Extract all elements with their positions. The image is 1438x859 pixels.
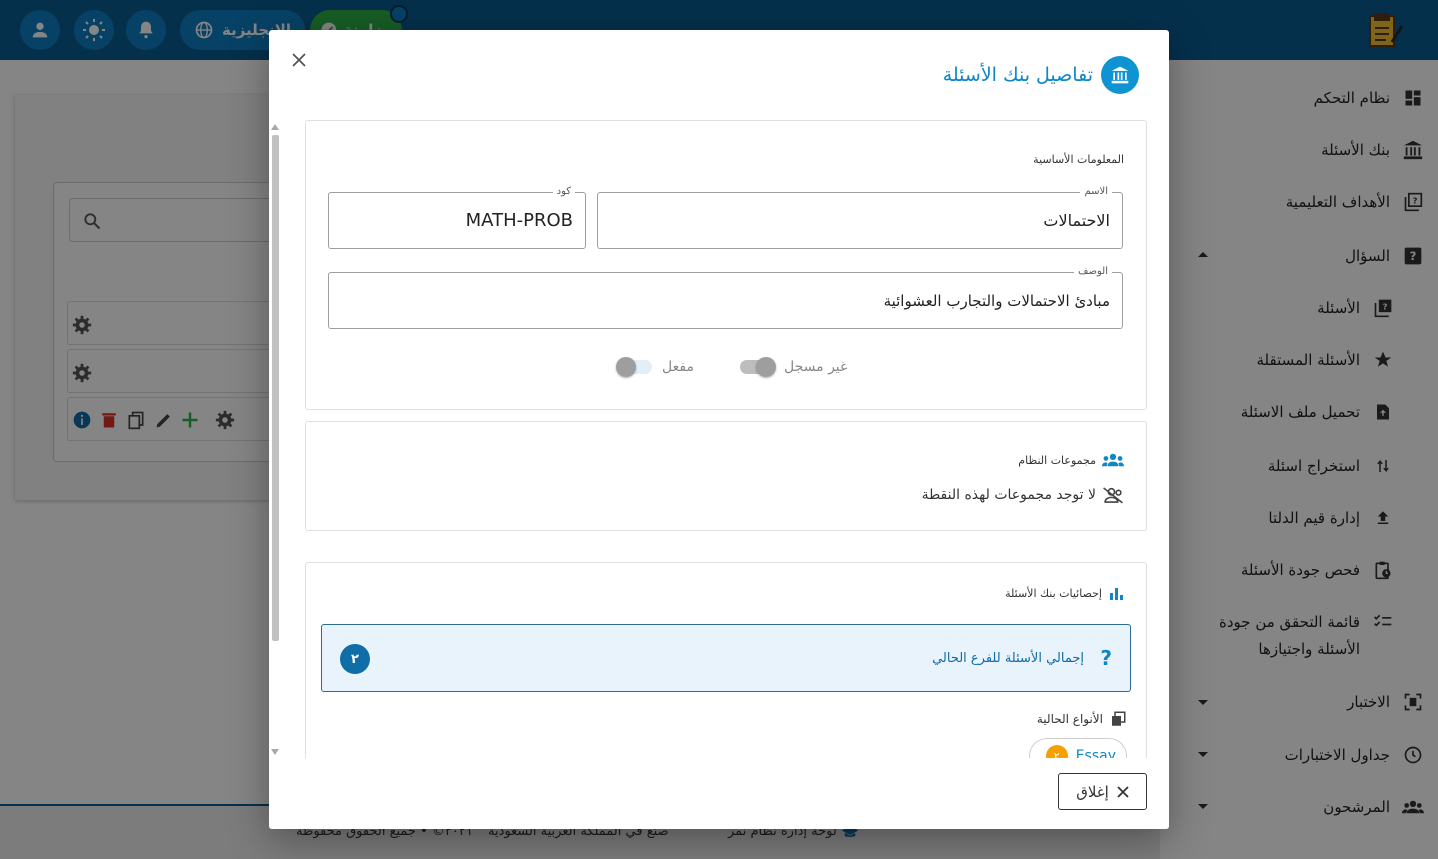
switch-knob (756, 357, 776, 377)
description-value: مبادئ الاحتمالات والتجارب العشوائية (883, 291, 1110, 310)
copy-icon (1112, 711, 1126, 726)
scroll-up-arrow[interactable] (271, 124, 279, 130)
basic-info-section: المعلومات الأساسية الاسم الاحتمالات كود … (305, 120, 1147, 410)
close-button-label: إغلاق (1076, 782, 1109, 801)
groups-icon (1102, 453, 1124, 467)
bar-chart-icon (1110, 588, 1123, 600)
toggle-label: غير مسجل (784, 359, 848, 375)
enabled-toggle[interactable]: مفعل (616, 357, 694, 377)
close-button[interactable]: إغلاق (1058, 773, 1147, 810)
total-questions-label: إجمالي الأسئلة للفرع الحالي (932, 650, 1084, 666)
registered-switch[interactable] (740, 357, 776, 377)
empty-text: لا توجد مجموعات لهذه النقطة (921, 487, 1096, 503)
types-heading: الأنواع الحالية (1036, 712, 1103, 726)
system-groups-section: مجموعات النظام لا توجد مجموعات لهذه النق… (305, 421, 1147, 531)
current-types-heading: الأنواع الحالية (1037, 710, 1127, 728)
dialog-header: تفاصيل بنك الأسئلة (943, 56, 1139, 94)
toggle-label: مفعل (662, 359, 694, 375)
basic-info-heading: المعلومات الأساسية (1033, 153, 1124, 166)
scroll-down-arrow[interactable] (271, 749, 279, 755)
close-icon (292, 53, 306, 67)
question-bank-details-dialog: تفاصيل بنك الأسئلة المعلومات الأساسية ال… (269, 30, 1169, 829)
groups-off-icon (1103, 487, 1123, 504)
name-value: الاحتمالات (1043, 211, 1110, 230)
dialog-footer (269, 758, 1169, 829)
section-heading: إحصائيات بنك الأسئلة (1005, 586, 1102, 600)
scrollbar-thumb[interactable] (272, 135, 279, 641)
dialog-close-icon-button[interactable] (287, 48, 311, 72)
system-groups-heading: مجموعات النظام (1018, 452, 1124, 468)
no-groups-message: لا توجد مجموعات لهذه النقطة (922, 486, 1124, 504)
switch-knob (616, 357, 636, 377)
section-heading: المعلومات الأساسية (1033, 153, 1124, 166)
code-field[interactable]: كود MATH-PROB (328, 185, 586, 249)
description-field[interactable]: الوصف مبادئ الاحتمالات والتجارب العشوائي… (328, 265, 1123, 329)
question-mark-icon: ? (1100, 646, 1112, 670)
close-icon (1117, 785, 1129, 798)
section-heading: مجموعات النظام (1018, 453, 1096, 467)
total-questions-count: ٢ (340, 644, 370, 674)
bank-icon (1101, 56, 1139, 94)
total-questions-card: ? إجمالي الأسئلة للفرع الحالي ٢ (321, 624, 1131, 692)
stats-heading: إحصائيات بنك الأسئلة (1005, 585, 1124, 601)
enabled-switch[interactable] (616, 357, 652, 377)
name-field[interactable]: الاسم الاحتمالات (597, 185, 1123, 249)
registered-toggle[interactable]: غير مسجل (740, 357, 848, 377)
dialog-title: تفاصيل بنك الأسئلة (942, 64, 1093, 86)
code-value: MATH-PROB (465, 210, 573, 231)
